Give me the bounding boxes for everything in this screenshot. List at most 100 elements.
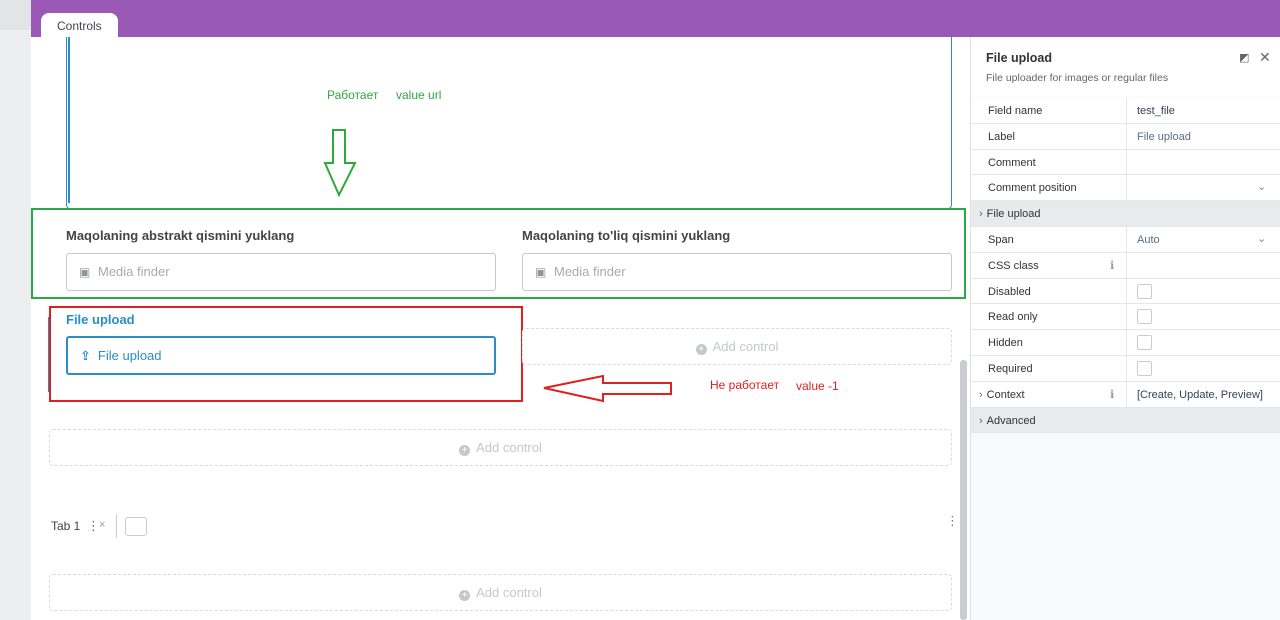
- file-upload-label: File upload: [66, 312, 135, 327]
- group-label: › File upload: [979, 208, 1041, 220]
- column-divider: [1126, 330, 1127, 355]
- hidden-checkbox[interactable]: [1137, 335, 1152, 351]
- not-works-note: Не работает: [710, 378, 780, 392]
- add-tab-button[interactable]: [125, 517, 147, 536]
- property-row-label: Label File upload: [971, 123, 1280, 150]
- top-bar: [31, 0, 1280, 37]
- column-divider: [1126, 278, 1127, 304]
- group-label-text: File upload: [986, 208, 1041, 221]
- context-value[interactable]: [Create, Update, Preview]: [1137, 389, 1263, 401]
- property-key: Required: [988, 362, 1033, 375]
- close-icon[interactable]: ×: [99, 519, 105, 531]
- works-note: Работает: [327, 88, 379, 102]
- left-strip: [0, 0, 31, 620]
- works-value-note: value url: [396, 88, 442, 102]
- popout-icon[interactable]: ◩: [1239, 51, 1249, 64]
- full-field-label: Maqolaning to'liq qismini yuklang: [522, 228, 731, 243]
- property-row-required: Required: [971, 355, 1280, 382]
- tab-divider: [116, 514, 117, 538]
- property-table: Field name test_file Label File upload C…: [971, 98, 1280, 434]
- plus-circle-icon: +: [459, 590, 471, 601]
- required-checkbox[interactable]: [1137, 360, 1152, 376]
- add-control-label: Add control: [712, 339, 779, 354]
- column-divider: [1126, 149, 1127, 175]
- property-row-context[interactable]: › Context ℹ [Create, Update, Preview]: [971, 381, 1280, 408]
- add-control-label: Add control: [476, 440, 542, 455]
- group-advanced[interactable]: › Advanced: [971, 407, 1280, 434]
- column-divider: [1126, 252, 1127, 278]
- full-media-finder[interactable]: ▣ Media finder: [522, 253, 952, 291]
- property-row-comment-position[interactable]: Comment position ⌄: [971, 175, 1280, 202]
- add-control-button[interactable]: + Add control: [49, 574, 952, 611]
- abstract-field-label: Maqolaning abstrakt qismini yuklang: [66, 228, 295, 243]
- abstract-media-finder[interactable]: ▣ Media finder: [66, 253, 496, 291]
- plus-circle-icon: +: [695, 344, 707, 355]
- property-key: Read only: [988, 311, 1038, 324]
- property-row-hidden: Hidden: [971, 330, 1280, 356]
- group-file-upload[interactable]: › File upload: [971, 201, 1280, 227]
- property-key-text: Context: [986, 388, 1025, 401]
- upload-icon: ⇪: [80, 348, 91, 363]
- column-divider: [1126, 98, 1127, 123]
- abstract-media-finder-placeholder: Media finder: [98, 264, 170, 279]
- label-input[interactable]: File upload: [1137, 131, 1191, 143]
- property-key: › Context: [979, 389, 1025, 401]
- chevron-down-icon: ⌄: [1257, 181, 1267, 194]
- group-label: › Advanced: [979, 415, 1036, 427]
- more-options-icon[interactable]: ⋮: [946, 513, 959, 529]
- chevron-right-icon: ›: [979, 414, 983, 427]
- panel-header: File upload File uploader for images or …: [971, 37, 1280, 97]
- column-divider: [1126, 381, 1127, 407]
- column-divider: [1126, 226, 1127, 252]
- image-icon: ▣: [79, 265, 91, 279]
- column-divider: [1126, 175, 1127, 201]
- property-row-disabled: Disabled: [971, 278, 1280, 305]
- column-divider: [1126, 304, 1127, 330]
- disabled-checkbox[interactable]: [1137, 283, 1152, 299]
- upper-section-border: [68, 37, 70, 203]
- file-upload-button[interactable]: ⇪ File upload: [66, 336, 496, 375]
- column-divider: [1126, 355, 1127, 381]
- read-only-checkbox[interactable]: [1137, 309, 1152, 325]
- property-key: Span: [988, 233, 1014, 246]
- add-control-label: Add control: [476, 585, 542, 600]
- property-row-read-only: Read only: [971, 304, 1280, 331]
- property-row-comment: Comment: [971, 149, 1280, 176]
- full-media-finder-placeholder: Media finder: [554, 264, 626, 279]
- left-strip-top: [0, 0, 31, 30]
- image-icon: ▣: [535, 265, 547, 279]
- not-works-value-note: value -1: [796, 379, 839, 393]
- form-canvas: Работает value url Maqolaning abstrakt q…: [31, 37, 970, 620]
- chevron-right-icon: ›: [979, 388, 983, 401]
- panel-description: File uploader for images or regular file…: [986, 72, 1169, 84]
- add-control-button[interactable]: + Add control: [522, 328, 952, 365]
- tab-controls[interactable]: Controls: [41, 13, 118, 37]
- span-select[interactable]: Auto: [1137, 234, 1160, 246]
- group-label-text: Advanced: [986, 414, 1036, 427]
- property-key: Label: [988, 130, 1015, 143]
- column-divider: [1126, 123, 1127, 149]
- property-key: Comment position: [988, 182, 1077, 195]
- panel-title: File upload: [986, 51, 1052, 65]
- field-name-input[interactable]: test_file: [1137, 105, 1175, 117]
- property-row-css-class: CSS class ℹ: [971, 252, 1280, 279]
- plus-circle-icon: +: [459, 445, 471, 456]
- property-key: Field name: [988, 105, 1043, 117]
- red-left-arrow: [543, 375, 672, 403]
- info-icon[interactable]: ℹ: [1110, 388, 1114, 401]
- add-control-button[interactable]: + Add control: [49, 429, 952, 466]
- close-icon[interactable]: ✕: [1259, 49, 1271, 66]
- property-row-field-name: Field name test_file: [971, 98, 1280, 124]
- property-row-span[interactable]: Span Auto ⌄: [971, 226, 1280, 253]
- tab-1[interactable]: Tab 1: [51, 519, 80, 533]
- property-key: Disabled: [988, 285, 1031, 298]
- chevron-right-icon: ›: [979, 208, 983, 221]
- file-upload-button-label: File upload: [97, 348, 162, 363]
- info-icon[interactable]: ℹ: [1110, 259, 1114, 272]
- properties-panel: File upload File uploader for images or …: [970, 37, 1280, 620]
- chevron-down-icon: ⌄: [1257, 232, 1267, 245]
- property-key: Comment: [988, 156, 1036, 169]
- property-key: CSS class: [988, 259, 1039, 272]
- scrollbar[interactable]: [960, 360, 967, 620]
- property-key: Hidden: [988, 337, 1023, 350]
